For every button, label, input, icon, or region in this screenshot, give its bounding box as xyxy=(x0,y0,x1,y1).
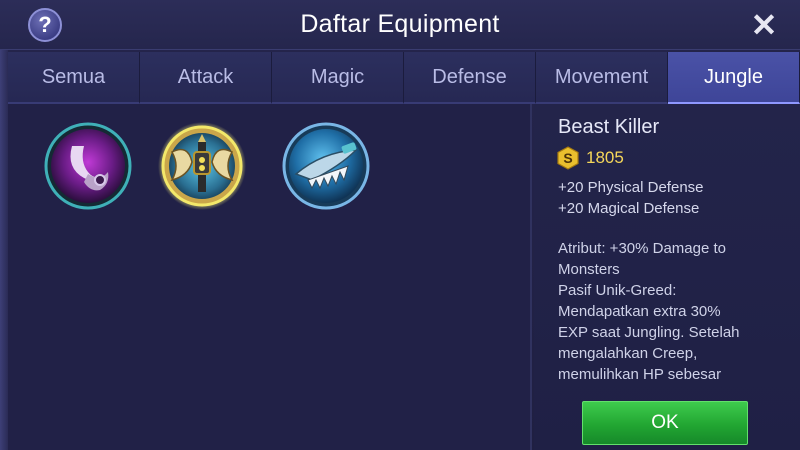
blue-serrated-blade-icon xyxy=(282,122,370,210)
beast-killer-axe-icon xyxy=(158,122,246,210)
tab-jungle[interactable]: Jungle xyxy=(668,52,800,104)
coin-label: S xyxy=(563,150,572,166)
stat-line: +20 Physical Defense xyxy=(558,179,704,196)
description-line: memulihkan HP sebesar xyxy=(558,366,722,383)
tab-movement[interactable]: Movement xyxy=(536,52,668,104)
description-line: mengalahkan Creep, xyxy=(558,345,698,362)
description-line: EXP saat Jungling. Setelah xyxy=(558,324,740,341)
description-line: Monsters xyxy=(558,261,620,278)
purple-hook-blade-icon xyxy=(44,122,132,210)
equipment-grid xyxy=(8,104,532,450)
description-line: Atribut: +30% Damage to xyxy=(558,240,727,257)
equipment-window: Daftar Equipment ? ✕ Semua Attack Magic … xyxy=(0,0,800,450)
item-name: Beast Killer xyxy=(558,116,660,138)
header-bar: Daftar Equipment ? ✕ xyxy=(0,0,800,50)
gold-coin-icon: S xyxy=(557,146,579,170)
ok-button[interactable]: OK xyxy=(582,401,748,445)
category-tabs: Semua Attack Magic Defense Movement Jung… xyxy=(8,52,800,104)
description-line: Pasif Unik-Greed: xyxy=(558,282,677,299)
tab-semua[interactable]: Semua xyxy=(8,52,140,104)
equipment-item-1[interactable] xyxy=(44,122,132,210)
tab-defense[interactable]: Defense xyxy=(404,52,536,104)
item-description: Atribut: +30% Damage to Monsters Pasif U… xyxy=(558,238,798,385)
description-line: Mendapatkan extra 30% xyxy=(558,303,721,320)
close-button[interactable]: ✕ xyxy=(746,8,782,42)
tab-attack[interactable]: Attack xyxy=(140,52,272,104)
equipment-item-3[interactable] xyxy=(282,122,370,210)
item-price: 1805 xyxy=(586,148,624,167)
stat-line: +20 Magical Defense xyxy=(558,200,700,217)
item-price-row: S 1805 xyxy=(556,146,624,170)
equipment-item-2-selected[interactable] xyxy=(158,122,246,210)
help-button[interactable]: ? xyxy=(28,8,62,42)
item-detail-panel: Beast Killer S 1805 +20 Physical Defense… xyxy=(534,104,800,450)
page-title: Daftar Equipment xyxy=(300,10,500,38)
window-left-edge xyxy=(0,50,8,450)
item-stats: +20 Physical Defense +20 Magical Defense xyxy=(558,177,704,219)
tab-magic[interactable]: Magic xyxy=(272,52,404,104)
